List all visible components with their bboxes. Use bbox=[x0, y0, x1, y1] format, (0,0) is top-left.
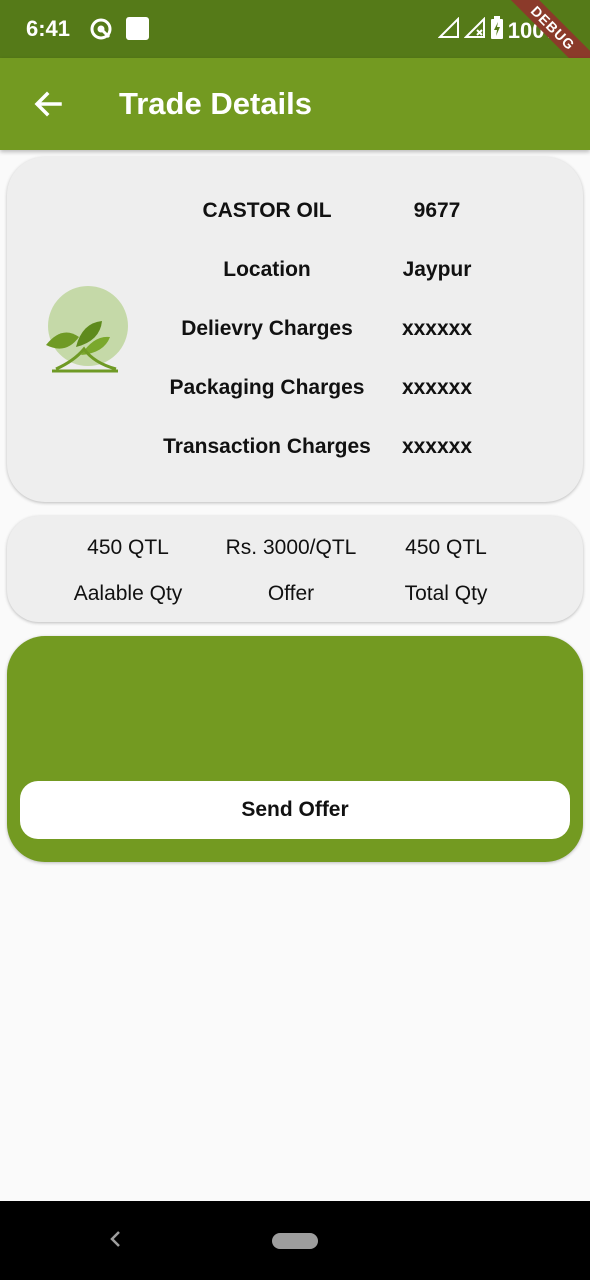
page-title: Trade Details bbox=[119, 86, 312, 121]
total-qty-value: 450 QTL bbox=[405, 536, 487, 559]
location-value: Jaypur bbox=[402, 258, 472, 281]
detail-row-product: CASTOR OIL 9677 bbox=[7, 199, 583, 229]
battery-charging-icon bbox=[490, 16, 504, 46]
available-qty-value: 450 QTL bbox=[87, 536, 169, 559]
packaging-charges-value: xxxxxx bbox=[401, 376, 473, 399]
detail-row-transaction: Transaction Charges xxxxxx bbox=[7, 435, 583, 465]
status-time: 6:41 bbox=[26, 16, 71, 41]
transaction-charges-value: xxxxxx bbox=[401, 435, 473, 458]
notification-square-icon bbox=[126, 17, 149, 40]
offer-price-value: Rs. 3000/QTL bbox=[225, 536, 357, 559]
quantity-card: 450 QTL Aalable Qty Rs. 3000/QTL Offer 4… bbox=[7, 516, 583, 622]
signal-icon bbox=[437, 16, 460, 45]
location-label: Location bbox=[223, 258, 311, 281]
sync-icon bbox=[89, 17, 113, 41]
available-qty-label: Aalable Qty bbox=[73, 582, 183, 605]
app-bar: Trade Details bbox=[0, 58, 590, 150]
detail-row-packaging: Packaging Charges xxxxxx bbox=[7, 376, 583, 406]
system-nav-bar bbox=[0, 1201, 590, 1280]
nav-home-pill[interactable] bbox=[272, 1233, 318, 1249]
offer-label: Offer bbox=[267, 582, 315, 605]
transaction-charges-label: Transaction Charges bbox=[163, 435, 371, 458]
detail-row-location: Location Jaypur bbox=[7, 258, 583, 288]
signal-off-icon bbox=[463, 16, 486, 45]
delivery-charges-value: xxxxxx bbox=[401, 317, 473, 340]
offer-card: Send Offer bbox=[7, 636, 583, 862]
delivery-charges-label: Delievry Charges bbox=[181, 317, 353, 340]
arrow-back-icon bbox=[34, 91, 62, 117]
product-code: 9677 bbox=[413, 199, 461, 222]
product-name: CASTOR OIL bbox=[202, 199, 332, 222]
trade-details-card: CASTOR OIL 9677 Location Jaypur Delievry… bbox=[7, 157, 583, 502]
detail-row-delivery: Delievry Charges xxxxxx bbox=[7, 317, 583, 347]
total-qty-label: Total Qty bbox=[404, 582, 488, 605]
packaging-charges-label: Packaging Charges bbox=[169, 376, 365, 399]
send-offer-button[interactable]: Send Offer bbox=[20, 781, 570, 839]
nav-back-icon[interactable] bbox=[104, 1227, 128, 1251]
status-bar: 6:41 100% DEBUG bbox=[0, 0, 590, 89]
back-button[interactable] bbox=[28, 84, 68, 124]
